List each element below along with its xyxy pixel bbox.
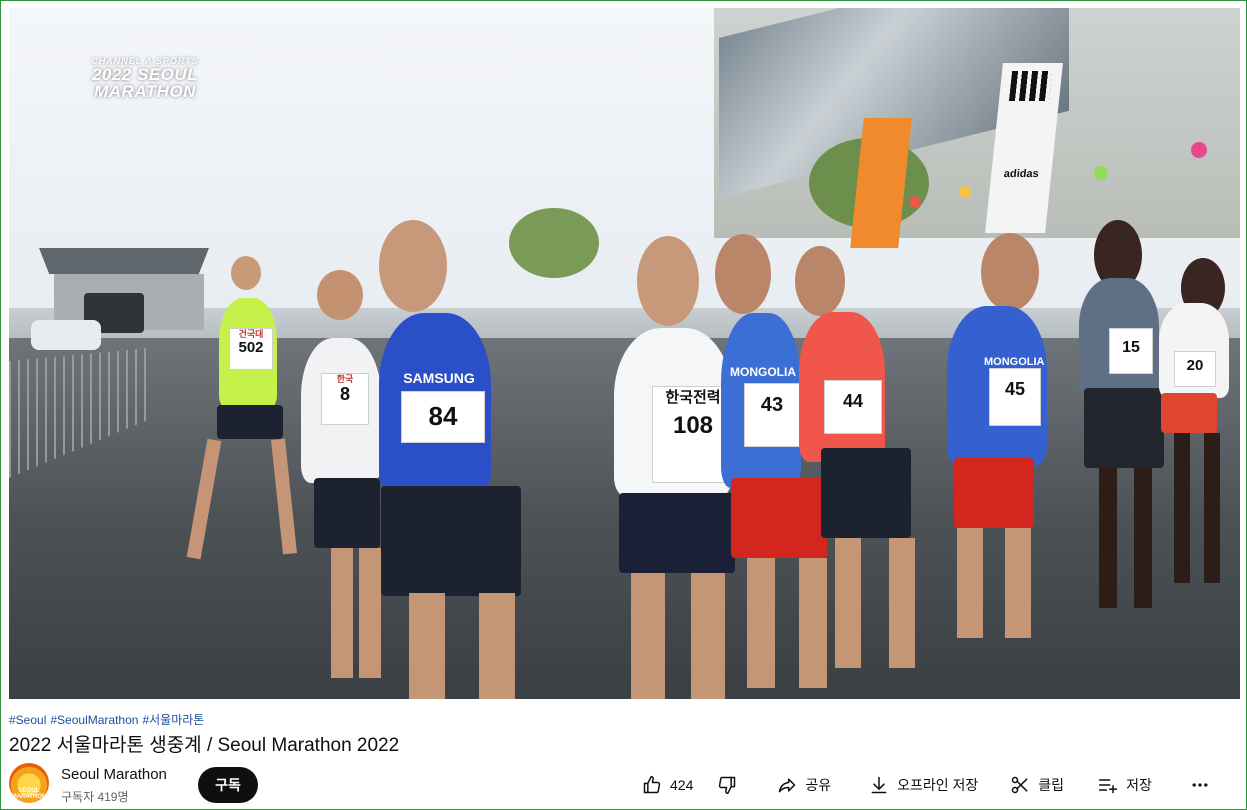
action-bar: 424 공유 오프라인 저장 클립 저장 <box>640 768 1212 802</box>
jersey-sponsor: SAMSUNG <box>403 370 475 386</box>
runner-bib: 44 <box>824 380 882 434</box>
more-actions-button[interactable] <box>1188 768 1212 802</box>
scissors-icon <box>1008 773 1032 797</box>
dislike-button[interactable] <box>715 768 739 802</box>
runner-bib: 15 <box>1109 328 1153 374</box>
runner-shorts <box>1084 388 1164 468</box>
lantern <box>959 186 971 198</box>
runner-legs <box>1099 468 1117 608</box>
runner-legs <box>1174 433 1190 583</box>
runner-legs <box>799 558 827 688</box>
sponsor-brand: adidas <box>1003 168 1040 180</box>
subscribe-button[interactable]: 구독 <box>198 767 258 803</box>
hashtag-link[interactable]: #Seoul <box>9 713 46 727</box>
runner-head <box>317 270 363 320</box>
lantern <box>1094 166 1108 180</box>
runner-shorts <box>381 486 521 596</box>
runner-shorts <box>217 405 283 439</box>
runner-bib: 한국 8 <box>321 373 369 425</box>
share-icon <box>775 773 799 797</box>
runner-shorts <box>731 478 827 558</box>
tree <box>509 208 599 278</box>
runner-legs <box>1134 468 1152 608</box>
runner-legs <box>889 538 915 668</box>
runner-head <box>795 246 845 316</box>
clip-label: 클립 <box>1038 777 1065 793</box>
runner-legs <box>747 558 775 688</box>
runner-legs <box>691 573 725 699</box>
runner-head <box>637 236 699 326</box>
jersey-country: MONGOLIA <box>730 365 796 379</box>
channel-name[interactable]: Seoul Marathon <box>61 766 167 783</box>
car <box>31 320 101 350</box>
runner-head <box>715 234 771 314</box>
thumbs-up-icon <box>640 773 664 797</box>
avatar-logo-text: SEOUL MARATHON <box>11 788 47 800</box>
lantern <box>1191 142 1207 158</box>
runner-legs <box>631 573 665 699</box>
video-title: 2022 서울마라톤 생중계 / Seoul Marathon 2022 <box>9 735 400 756</box>
channel-avatar[interactable]: SEOUL MARATHON <box>9 763 49 803</box>
runner-head <box>981 233 1039 311</box>
runner-legs <box>1204 433 1220 583</box>
jersey-country: MONGOLIA <box>984 356 1045 368</box>
more-horizontal-icon <box>1188 773 1212 797</box>
broadcast-watermark: CHANNEL A SPORTS 2022 SEOUL MARATHON <box>91 56 199 101</box>
hashtag-link[interactable]: #서울마라톤 <box>142 713 204 727</box>
runner-legs <box>359 548 381 678</box>
playlist-add-icon <box>1096 773 1120 797</box>
runner-head <box>379 220 447 312</box>
runner-legs <box>1005 528 1031 638</box>
save-label: 저장 <box>1126 777 1152 793</box>
video-player[interactable]: adidas 건국대 502 한국 8 SAMSUNG 84 한국전력 108 … <box>9 8 1240 699</box>
hashtag-list: #Seoul #SeoulMarathon #서울마라톤 <box>9 711 208 728</box>
runner-bib: 20 <box>1174 351 1216 387</box>
runner-bib: 84 <box>401 391 485 443</box>
lantern <box>909 196 921 208</box>
runner-bib: 45 <box>989 368 1041 426</box>
download-icon <box>867 773 891 797</box>
clip-button[interactable]: 클립 <box>1008 768 1064 802</box>
runner-head <box>231 256 261 290</box>
save-button[interactable]: 저장 <box>1096 768 1152 802</box>
share-button[interactable]: 공유 <box>775 768 831 802</box>
runner-shorts <box>954 458 1034 528</box>
runner-legs <box>409 593 445 699</box>
like-count: 424 <box>670 777 694 793</box>
runner-legs <box>479 593 515 699</box>
runner-legs <box>331 548 353 678</box>
subscriber-count: 구독자 419명 <box>61 790 129 804</box>
runner-bib: 건국대 502 <box>229 328 273 370</box>
thumbs-down-icon <box>715 773 739 797</box>
share-label: 공유 <box>805 777 832 793</box>
offline-save-label: 오프라인 저장 <box>897 777 979 793</box>
like-button[interactable]: 424 <box>640 768 693 802</box>
runner-shorts <box>1161 393 1217 433</box>
runner-shorts <box>314 478 380 548</box>
hashtag-link[interactable]: #SeoulMarathon <box>50 713 138 727</box>
runner-shorts <box>821 448 911 538</box>
runner-legs <box>957 528 983 638</box>
runner-legs <box>835 538 861 668</box>
palace-roof <box>39 248 209 274</box>
runner-bib: 43 <box>744 383 800 447</box>
offline-save-button[interactable]: 오프라인 저장 <box>867 768 978 802</box>
runner-shorts <box>619 493 735 573</box>
adidas-logo-icon <box>1008 71 1053 101</box>
